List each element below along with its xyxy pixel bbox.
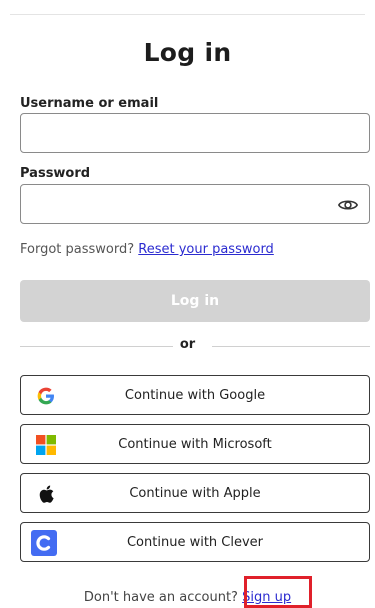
continue-with-clever-button[interactable]: Continue with Clever [20, 522, 370, 562]
page-title: Log in [143, 38, 232, 67]
continue-with-microsoft-button[interactable]: Continue with Microsoft [20, 424, 370, 464]
forgot-password-text: Forgot password? [20, 242, 135, 257]
microsoft-button-label: Continue with Microsoft [118, 436, 272, 452]
apple-icon [35, 483, 57, 505]
clever-button-label: Continue with Clever [126, 534, 264, 550]
username-label: Username or email [20, 96, 159, 111]
password-field[interactable] [20, 184, 370, 224]
reset-password-link[interactable]: Reset your password [138, 242, 274, 257]
signup-highlight-box [244, 576, 312, 608]
google-icon [35, 385, 57, 407]
top-divider [10, 14, 365, 15]
eye-icon[interactable] [337, 194, 359, 216]
microsoft-icon [35, 434, 57, 456]
signup-row: Don't have an account? Sign up [0, 590, 375, 605]
username-input[interactable] [21, 114, 369, 152]
password-input[interactable] [21, 185, 369, 223]
login-button[interactable]: Log in [20, 280, 370, 322]
or-divider: or [179, 337, 196, 352]
no-account-text: Don't have an account? [83, 590, 238, 605]
apple-button-label: Continue with Apple [129, 485, 261, 501]
clever-icon [31, 530, 57, 556]
password-label: Password [20, 166, 91, 181]
google-button-label: Continue with Google [124, 387, 266, 403]
continue-with-google-button[interactable]: Continue with Google [20, 375, 370, 415]
username-field[interactable] [20, 113, 370, 153]
continue-with-apple-button[interactable]: Continue with Apple [20, 473, 370, 513]
forgot-password-row: Forgot password? Reset your password [20, 242, 274, 257]
